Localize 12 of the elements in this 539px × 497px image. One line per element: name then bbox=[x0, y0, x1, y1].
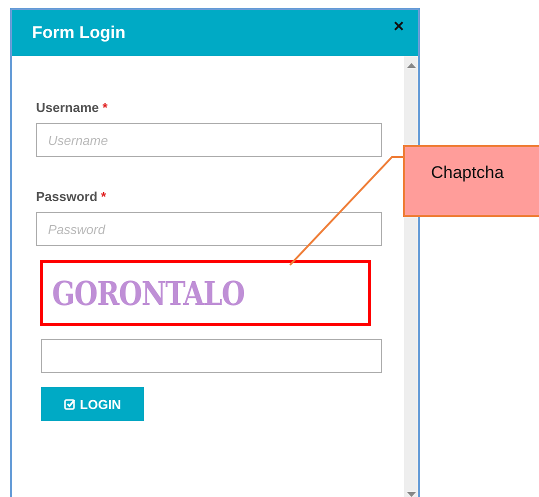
captcha-text: GORONTALO bbox=[52, 274, 244, 312]
scroll-up-icon[interactable] bbox=[407, 63, 416, 69]
scroll-down-icon[interactable] bbox=[407, 492, 416, 497]
field-label: Username * bbox=[36, 100, 109, 115]
input-field[interactable]: Username bbox=[36, 123, 382, 157]
checkbox-icon bbox=[64, 398, 76, 410]
input-field[interactable]: Password bbox=[36, 212, 382, 246]
dialog-title: Form Login bbox=[32, 23, 126, 43]
close-button[interactable]: × bbox=[393, 17, 404, 35]
callout-text: Chaptcha bbox=[431, 163, 504, 183]
captcha-field[interactable] bbox=[41, 339, 382, 373]
field-label: Password * bbox=[36, 189, 108, 204]
